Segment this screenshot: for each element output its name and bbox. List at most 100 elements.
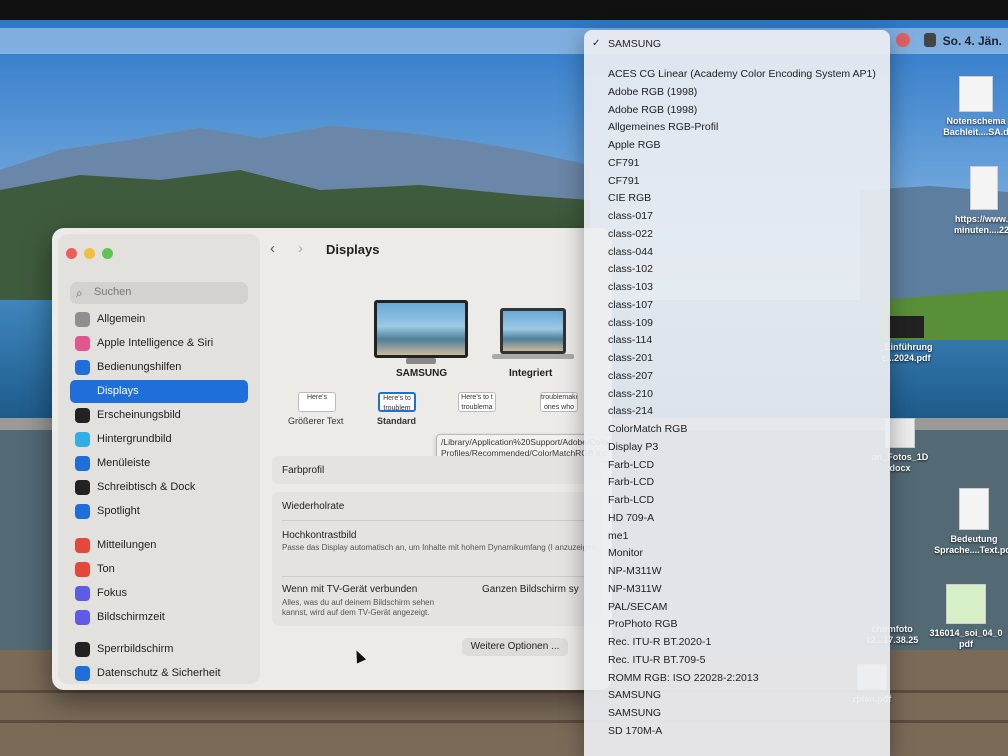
zoom-button[interactable]: [102, 248, 113, 259]
desktop-file[interactable]: Bedeutung Sprache....Text.pdf: [934, 488, 1008, 556]
menu-item[interactable]: PAL/SECAM: [584, 598, 890, 616]
menu-item[interactable]: NP-M311W: [584, 580, 890, 598]
menu-item[interactable]: ColorMatch RGB: [584, 420, 890, 438]
sidebar-item[interactable]: Spotlight: [70, 500, 248, 523]
sidebar-item-label: Spotlight: [97, 505, 140, 517]
resolution-option[interactable]: Here's: [298, 392, 336, 412]
menu-item[interactable]: HD 709-A: [584, 509, 890, 527]
monitor-integrated[interactable]: [500, 308, 566, 354]
menu-item[interactable]: CF791: [584, 172, 890, 190]
menu-item[interactable]: Display P3: [584, 438, 890, 456]
color-profile-dropdown[interactable]: ✓ SAMSUNG ACES CG Linear (Academy Color …: [584, 30, 890, 756]
menu-item[interactable]: class-044: [584, 243, 890, 261]
menu-item[interactable]: CF791: [584, 154, 890, 172]
menu-item[interactable]: class-102: [584, 260, 890, 278]
menu-item-label: class-114: [608, 334, 653, 347]
menu-item[interactable]: ACES CG Linear (Academy Color Encoding S…: [584, 65, 890, 83]
sidebar-item[interactable]: Menüleiste: [70, 452, 248, 475]
monitor-label: SAMSUNG: [396, 368, 448, 379]
menu-item-label: Farb-LCD: [608, 476, 655, 489]
sidebar-item[interactable]: Schreibtisch & Dock: [70, 476, 248, 499]
sidebar-item[interactable]: Fokus: [70, 582, 248, 605]
monitor-samsung[interactable]: [374, 300, 468, 358]
menu-item[interactable]: class-201: [584, 349, 890, 367]
menu-item-label: SD 170M-A: [608, 724, 663, 737]
menu-item-label: SAMSUNG: [608, 38, 662, 50]
resolution-option[interactable]: troublemakers ones who see t rules. And …: [540, 392, 578, 412]
sidebar-item[interactable]: Bildschirmzeit: [70, 606, 248, 629]
sidebar-item[interactable]: Erscheinungsbild: [70, 404, 248, 427]
menu-item[interactable]: Apple RGB: [584, 136, 890, 154]
desktop-file[interactable]: Notenschema Bachleit....SA.d: [936, 76, 1008, 138]
menu-item-selected[interactable]: ✓ SAMSUNG: [584, 35, 890, 53]
sidebar-item[interactable]: Bedienungshilfen: [70, 356, 248, 379]
menu-item[interactable]: class-017: [584, 207, 890, 225]
minimize-button[interactable]: [84, 248, 95, 259]
menu-item[interactable]: me1: [584, 527, 890, 545]
menu-item[interactable]: class-214: [584, 402, 890, 420]
menu-item[interactable]: Adobe RGB (1998): [584, 101, 890, 119]
menu-item[interactable]: ROMM RGB: ISO 22028-2:2013: [584, 669, 890, 687]
menu-item[interactable]: class-210: [584, 385, 890, 403]
menu-item-label: Rec. ITU-R BT.2020-1: [608, 636, 712, 648]
menu-item[interactable]: Farb-LCD: [584, 491, 890, 509]
menu-item-label: Allgemeines RGB-Profil: [608, 121, 719, 134]
menu-item[interactable]: Farb-LCD: [584, 456, 890, 474]
sidebar-item-label: Displays: [97, 385, 139, 397]
sidebar-item[interactable]: Ton: [70, 558, 248, 581]
menu-item[interactable]: class-109: [584, 314, 890, 332]
desktop-file[interactable]: https://www.e minuten....223: [944, 166, 1008, 236]
sidebar-item[interactable]: Datenschutz & Sicherheit: [70, 662, 248, 685]
menu-item-label: ACES CG Linear (Academy Color Encoding S…: [608, 68, 876, 80]
menu-item-label: class-017: [608, 210, 653, 222]
sidebar-item[interactable]: Apple Intelligence & Siri: [70, 332, 248, 355]
monitor-wallpaper-preview: [377, 303, 465, 355]
focus-icon: [75, 586, 90, 601]
menu-item-label: NP-M311W: [608, 565, 662, 577]
menu-item[interactable]: Rec. ITU-R BT.709-5: [584, 651, 890, 669]
sidebar-item[interactable]: Hintergrundbild: [70, 428, 248, 451]
control-center-icon[interactable]: [924, 33, 936, 47]
more-options-button[interactable]: Weitere Optionen ...: [462, 638, 568, 656]
menu-item[interactable]: ProPhoto RGB: [584, 615, 890, 633]
menu-item[interactable]: Allgemeines RGB-Profil: [584, 118, 890, 136]
menu-item[interactable]: SD 170M-A: [584, 722, 890, 740]
menu-item[interactable]: class-107: [584, 296, 890, 314]
desktop-file-label: 316014_soi_04_0 pdf: [929, 628, 1003, 649]
resolution-option-selected[interactable]: Here's to troublem: [378, 392, 416, 412]
menu-item-label: Apple RGB: [608, 139, 661, 151]
back-chevron-icon[interactable]: ‹: [270, 240, 275, 257]
menu-item[interactable]: class-022: [584, 225, 890, 243]
menu-item[interactable]: Rec. ITU-R BT.2020-1: [584, 633, 890, 651]
resolution-option[interactable]: Here's to t troublema ones who: [458, 392, 496, 412]
menu-item[interactable]: NP-M311W: [584, 562, 890, 580]
refresh-rate-label[interactable]: Wiederholrate: [282, 501, 344, 512]
tv-mode-value[interactable]: Ganzen Bildschirm sy: [482, 584, 579, 595]
close-button[interactable]: [66, 248, 77, 259]
menu-item-label: NP-M311W: [608, 582, 662, 595]
menu-item[interactable]: class-114: [584, 331, 890, 349]
displays-pane: ‹ › Displays SAMSUNG Integriert Here's G…: [262, 228, 612, 690]
menu-item-label: SAMSUNG: [608, 707, 662, 719]
sidebar-item[interactable]: Sperrbildschirm: [70, 638, 248, 661]
menu-item[interactable]: class-207: [584, 367, 890, 385]
forward-chevron-icon[interactable]: ›: [298, 240, 303, 257]
menu-item[interactable]: Farb-LCD: [584, 473, 890, 491]
menu-item[interactable]: SAMSUNG: [584, 704, 890, 722]
menu-item[interactable]: Adobe RGB (1998): [584, 83, 890, 101]
search-field[interactable]: ⌕ Suchen: [70, 282, 248, 304]
settings-group: Wiederholrate Hochkontrastbild Passe das…: [272, 492, 602, 626]
menu-item[interactable]: SAMSUNG: [584, 686, 890, 704]
color-profile-row[interactable]: Farbprofil: [272, 456, 602, 484]
sidebar-item[interactable]: Allgemein: [70, 308, 248, 331]
menu-bar-clock[interactable]: So. 4. Jän.: [943, 34, 1002, 48]
sidebar-item[interactable]: Mitteilungen: [70, 534, 248, 557]
menu-item-label: class-044: [608, 245, 653, 258]
record-icon[interactable]: [896, 33, 910, 47]
menu-item[interactable]: Monitor: [584, 544, 890, 562]
menu-item[interactable]: class-103: [584, 278, 890, 296]
menu-item[interactable]: CIE RGB: [584, 189, 890, 207]
desktop-file[interactable]: 316014_soi_04_0 pdf: [926, 584, 1006, 650]
sidebar-item[interactable]: Displays: [70, 380, 248, 403]
privacy-hand-icon: [75, 666, 90, 681]
